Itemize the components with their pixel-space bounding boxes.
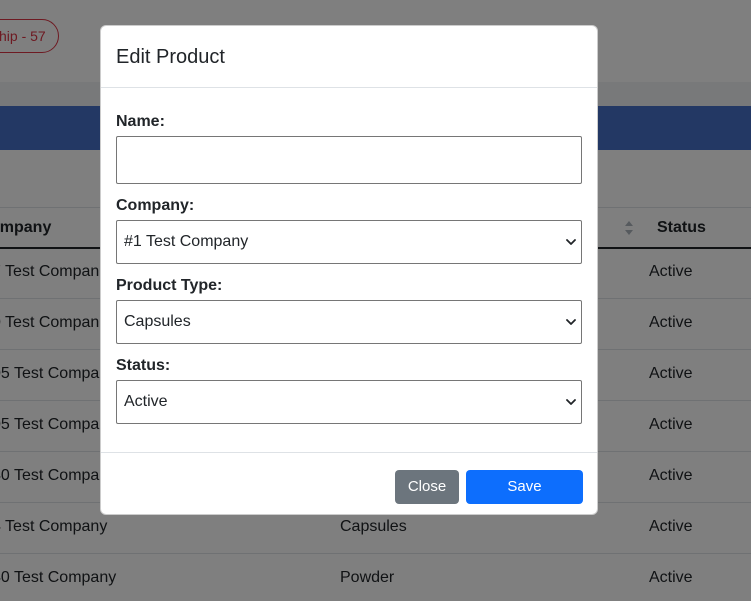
modal-header: Edit Product — [101, 26, 597, 88]
status-field-group: Status: Active — [116, 356, 582, 424]
chevron-down-icon — [566, 239, 576, 245]
page: hip - 57 ompany Status 7 Test Compan Act… — [0, 0, 751, 601]
status-label: Status: — [116, 357, 171, 374]
modal-footer: Close Save changes — [101, 453, 597, 514]
modal-body: Name: Company: #1 Test Company Product T… — [101, 88, 597, 453]
name-label: Name: — [116, 113, 165, 130]
status-select[interactable]: Active — [116, 380, 582, 424]
chevron-down-icon — [566, 319, 576, 325]
product-type-select-value: Capsules — [124, 313, 191, 330]
modal-title: Edit Product — [116, 46, 225, 68]
company-field-group: Company: #1 Test Company — [116, 196, 582, 264]
product-type-select[interactable]: Capsules — [116, 300, 582, 344]
chevron-down-icon — [566, 399, 576, 405]
edit-product-modal: Edit Product Name: Company: #1 Test Comp… — [100, 25, 598, 515]
close-button[interactable]: Close — [395, 470, 459, 504]
company-select[interactable]: #1 Test Company — [116, 220, 582, 264]
save-changes-button[interactable]: Save changes — [466, 470, 583, 514]
name-field-group: Name: — [116, 112, 582, 184]
product-type-label: Product Type: — [116, 277, 223, 294]
company-label: Company: — [116, 197, 195, 214]
product-type-field-group: Product Type: Capsules — [116, 276, 582, 344]
name-input[interactable] — [116, 136, 582, 184]
company-select-value: #1 Test Company — [124, 233, 249, 250]
status-select-value: Active — [124, 393, 168, 410]
